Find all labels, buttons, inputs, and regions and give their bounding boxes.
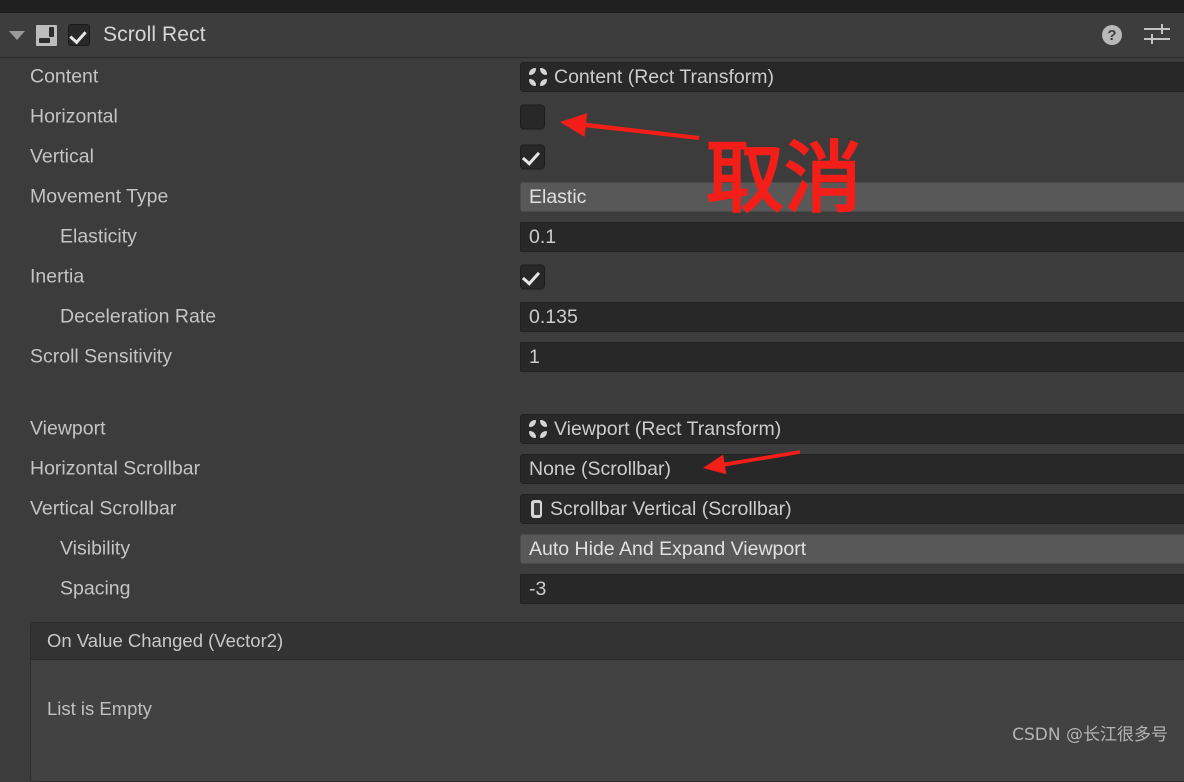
text-field[interactable]: 1: [520, 342, 1184, 372]
field-value: Scrollbar Vertical (Scrollbar): [550, 497, 792, 520]
property-label: Scroll Sensitivity: [30, 345, 172, 368]
unity-event-header[interactable]: On Value Changed (Vector2): [31, 623, 1184, 660]
object-field[interactable]: Scrollbar Vertical (Scrollbar): [520, 494, 1184, 524]
property-label: Horizontal: [30, 105, 118, 128]
scrollbar-icon: [531, 500, 542, 518]
property-row: Inertia: [0, 257, 1184, 297]
property-label: Vertical: [30, 145, 94, 168]
property-row: Elasticity 0.1: [0, 217, 1184, 257]
property-label: Horizontal Scrollbar: [30, 457, 201, 480]
foldout-arrow-icon[interactable]: [9, 30, 25, 40]
property-row: Visibility Auto Hide And Expand Viewport: [0, 529, 1184, 569]
object-field[interactable]: Viewport (Rect Transform): [520, 414, 1184, 444]
field-value: 0.1: [529, 225, 557, 248]
field-value: Auto Hide And Expand Viewport: [529, 537, 807, 560]
object-field[interactable]: None (Scrollbar): [520, 454, 1184, 484]
property-rows: Content Content (Rect Transform) Horizonta…: [0, 57, 1184, 609]
property-row: Vertical Scrollbar Scrollbar Vertical (Sc…: [0, 489, 1184, 529]
checkmark-icon: [521, 267, 541, 286]
popup-field[interactable]: Elastic: [520, 182, 1184, 212]
text-field[interactable]: 0.1: [520, 222, 1184, 252]
page-title: Scroll Rect: [103, 23, 206, 46]
property-label: Viewport: [30, 417, 106, 440]
property-row: Viewport Viewport (Rect Transform): [0, 409, 1184, 449]
rect-transform-icon: [529, 420, 547, 438]
window-top-strip: [0, 0, 1184, 13]
property-checkbox[interactable]: [520, 264, 545, 290]
help-icon[interactable]: ?: [1102, 25, 1122, 45]
component-header[interactable]: Scroll Rect ?: [0, 13, 1184, 58]
unity-event-empty-label: List is Empty: [47, 698, 152, 719]
on-value-changed-box: On Value Changed (Vector2) List is Empty: [30, 622, 1184, 782]
property-row: Content Content (Rect Transform): [0, 57, 1184, 97]
property-row: Horizontal Scrollbar None (Scrollbar): [0, 449, 1184, 489]
field-value: -3: [529, 577, 547, 600]
property-label: Spacing: [60, 577, 131, 600]
text-field[interactable]: -3: [520, 574, 1184, 604]
field-value: Viewport (Rect Transform): [554, 417, 782, 440]
preset-settings-icon[interactable]: [1144, 24, 1170, 46]
property-label: Vertical Scrollbar: [30, 497, 177, 520]
text-field[interactable]: 0.135: [520, 302, 1184, 332]
field-value: Content (Rect Transform): [554, 65, 774, 88]
property-row: Scroll Sensitivity 1: [0, 337, 1184, 377]
property-row: Horizontal: [0, 97, 1184, 137]
property-label: Content: [30, 65, 99, 88]
checkmark-icon: [69, 26, 87, 45]
property-label: Inertia: [30, 265, 85, 288]
row-spacer: [0, 377, 1184, 409]
field-value: None (Scrollbar): [529, 457, 671, 480]
property-label: Movement Type: [30, 185, 169, 208]
property-row: Vertical: [0, 137, 1184, 177]
property-label: Visibility: [60, 537, 131, 560]
scroll-rect-icon: [36, 24, 57, 46]
property-row: Spacing -3: [0, 569, 1184, 609]
object-field[interactable]: Content (Rect Transform): [520, 62, 1184, 92]
property-label: Elasticity: [60, 225, 137, 248]
property-row: Movement Type Elastic: [0, 177, 1184, 217]
popup-field[interactable]: Auto Hide And Expand Viewport: [520, 534, 1184, 564]
field-value: 1: [529, 345, 540, 368]
rect-transform-icon: [529, 68, 547, 86]
watermark: CSDN @长江很多号: [1012, 725, 1168, 745]
component-enabled-checkbox[interactable]: [68, 24, 90, 46]
property-row: Deceleration Rate 0.135: [0, 297, 1184, 337]
checkmark-icon: [521, 147, 541, 166]
property-label: Deceleration Rate: [60, 305, 217, 328]
property-checkbox[interactable]: [520, 144, 545, 170]
property-checkbox[interactable]: [520, 104, 545, 130]
field-value: Elastic: [529, 185, 587, 208]
field-value: 0.135: [529, 305, 578, 328]
